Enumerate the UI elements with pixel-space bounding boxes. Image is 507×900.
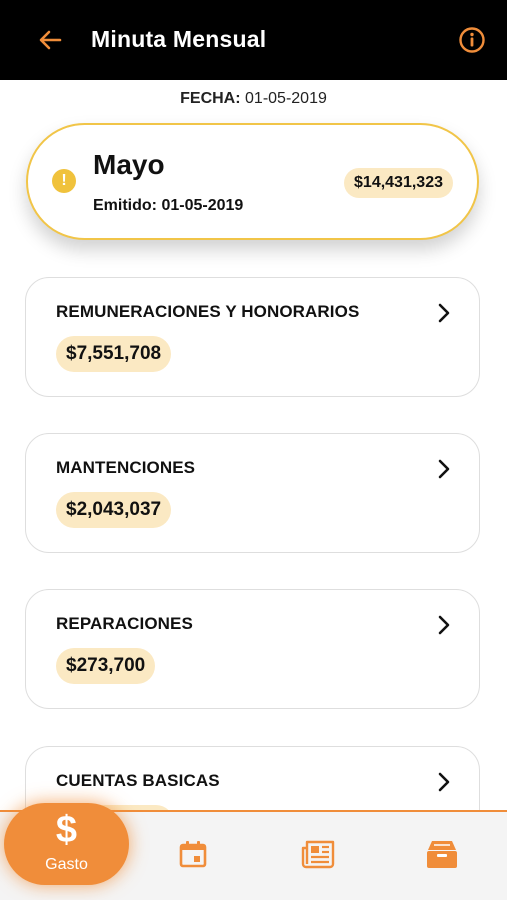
chevron-right-icon [438,459,450,479]
category-amount-badge: $2,043,037 [56,492,172,528]
dollar-icon: $ [55,809,78,851]
category-name: MANTENCIONES [56,458,196,477]
gasto-button[interactable]: $ Gasto [4,803,129,885]
category-card-cuentas-basicas[interactable]: CUENTAS BASICAS [25,746,480,810]
category-amount-badge: $7,551,708 [56,336,172,372]
archive-icon[interactable] [424,836,460,872]
category-card-mantenciones[interactable]: MANTENCIONES $2,043,037 [25,433,480,553]
category-name: CUENTAS BASICAS [56,771,220,790]
chevron-right-icon [438,615,450,635]
category-amount-badge: $273,700 [56,648,156,684]
category-card-remuneraciones[interactable]: REMUNERACIONES Y HONORARIOS $7,551,708 [25,277,480,397]
calendar-icon[interactable] [175,836,211,872]
category-card-reparaciones[interactable]: REPARACIONES $273,700 [25,589,480,709]
newspaper-icon[interactable] [300,836,336,872]
gasto-label: Gasto [45,856,88,873]
category-name: REMUNERACIONES Y HONORARIOS [56,302,360,321]
category-name: REPARACIONES [56,614,193,633]
category-list: REMUNERACIONES Y HONORARIOS $7,551,708 M… [0,0,507,810]
chevron-right-icon [438,303,450,323]
chevron-right-icon [438,772,450,792]
